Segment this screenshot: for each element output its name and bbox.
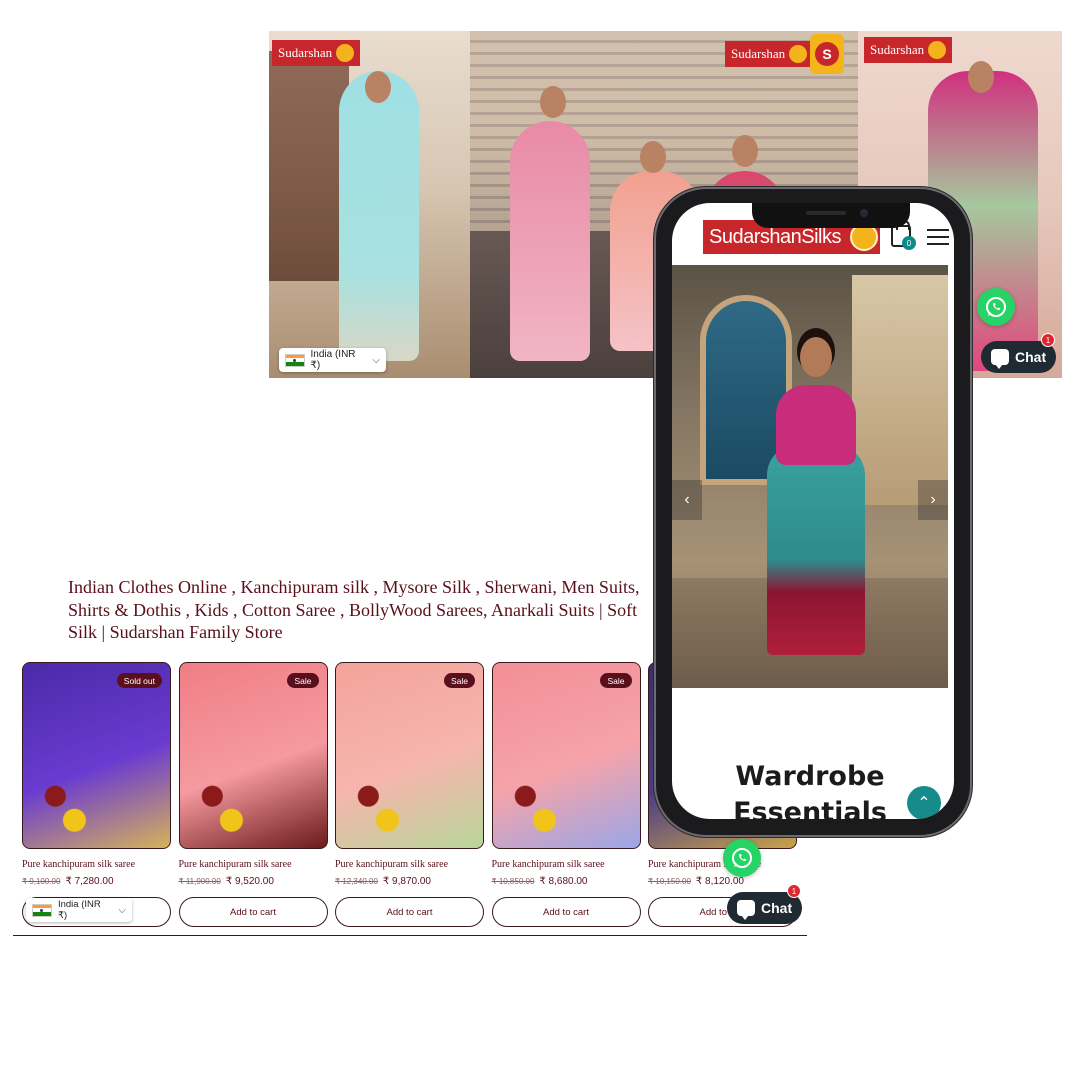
slide-next-button[interactable]: ›	[918, 480, 948, 520]
s-brand-badge: S	[810, 34, 844, 74]
mobile-screen: SudarshanSilks 0 ‹ › Wardrobe Essentials…	[672, 203, 954, 819]
whatsapp-button[interactable]	[723, 839, 761, 877]
india-flag-icon	[285, 353, 305, 367]
add-to-cart-button[interactable]: Add to cart	[335, 897, 484, 927]
brand-seal-icon	[789, 45, 808, 63]
brand-logo-text: Sudarshan	[870, 42, 925, 57]
brand-logo: Sudarshan	[272, 40, 361, 66]
currency-selector[interactable]: India (INR ₹) ⌵	[279, 348, 386, 372]
product-card[interactable]: Sold out Pure kanchipuram silk saree ₹ 9,1…	[22, 662, 171, 927]
original-price: ₹ 12,340.00	[335, 877, 378, 886]
currency-label: India (INR ₹)	[310, 349, 356, 371]
brand-logo-text: Sudarshan	[278, 45, 333, 60]
model-head	[732, 135, 758, 167]
product-card[interactable]: Sale Pure kanchipuram silk saree ₹ 11,900.…	[178, 662, 328, 927]
cart-count-badge: 0	[902, 236, 916, 250]
building-decor	[852, 275, 948, 505]
status-badge: Sale	[287, 673, 319, 688]
model-head	[800, 337, 832, 377]
product-name[interactable]: Pure kanchipuram silk saree	[179, 859, 328, 870]
scroll-to-top-button[interactable]: ⌃	[907, 786, 941, 819]
phone-mockup: SudarshanSilks 0 ‹ › Wardrobe Essentials…	[654, 187, 972, 837]
chat-label: Chat	[1015, 349, 1047, 365]
brand-logo-text: Sudarshan	[731, 46, 786, 61]
whatsapp-icon	[732, 848, 752, 868]
menu-icon[interactable]	[927, 229, 949, 245]
product-image[interactable]: Sale	[491, 662, 641, 849]
banner-background-decor	[269, 51, 349, 281]
model-head	[968, 61, 994, 93]
sale-price: ₹ 8,120.00	[695, 876, 744, 887]
divider	[13, 935, 807, 936]
status-badge: Sale	[600, 673, 632, 688]
s-brand-mark: S	[815, 42, 839, 66]
whatsapp-button[interactable]	[977, 288, 1015, 326]
brand-seal-icon	[928, 41, 947, 59]
product-prices: ₹ 10,150.00 ₹ 8,120.00	[648, 876, 797, 887]
chat-unread-badge: 1	[787, 884, 801, 898]
status-badge: Sold out	[116, 673, 162, 688]
add-to-cart-button[interactable]: Add to cart	[491, 897, 641, 927]
sale-price: ₹ 8,680.00	[539, 876, 588, 887]
phone-notch	[752, 203, 910, 228]
chat-bubble-icon	[991, 349, 1009, 369]
product-prices: ₹ 9,100.00 ₹ 7,280.00	[22, 876, 171, 887]
sale-price: ₹ 9,870.00	[382, 876, 431, 887]
add-to-cart-button[interactable]: Add to cart	[178, 897, 328, 927]
sale-price: ₹ 7,280.00	[65, 876, 114, 887]
original-price: ₹ 11,900.00	[178, 877, 221, 886]
product-prices: ₹ 10,850.00 ₹ 8,680.00	[492, 876, 641, 887]
brand-seal-icon	[336, 44, 355, 62]
chat-unread-count: 1	[791, 886, 797, 896]
original-price: ₹ 10,850.00	[491, 877, 535, 886]
model-head	[365, 71, 391, 103]
sale-price: ₹ 9,520.00	[225, 876, 274, 887]
product-image[interactable]: Sale	[178, 662, 328, 849]
product-card[interactable]: Sale Pure kanchipuram silk saree ₹ 12,340.…	[335, 662, 484, 927]
page-title: Indian Clothes Online , Kanchipuram silk…	[68, 577, 640, 642]
section-heading: Wardrobe Essentials	[733, 761, 887, 819]
chat-unread-badge: 1	[1041, 333, 1055, 347]
product-card[interactable]: Sale Pure kanchipuram silk saree ₹ 10,850.…	[491, 662, 641, 927]
product-name[interactable]: Pure kanchipuram silk saree	[492, 859, 641, 870]
model-head	[540, 86, 566, 118]
chevron-down-icon: ⌵	[372, 354, 380, 366]
product-prices: ₹ 11,900.00 ₹ 9,520.00	[179, 876, 328, 887]
model-head	[640, 141, 666, 173]
chat-bubble-icon	[737, 900, 755, 920]
mobile-logo-text: SudarshanSilks	[709, 225, 841, 248]
chat-unread-count: 1	[1045, 335, 1051, 345]
status-badge: Sale	[443, 673, 475, 688]
original-price: ₹ 10,150.00	[648, 877, 691, 886]
product-image[interactable]: Sale	[335, 662, 484, 849]
product-prices: ₹ 12,340.00 ₹ 9,870.00	[335, 876, 484, 887]
india-flag-icon	[32, 903, 52, 917]
model-figure	[339, 71, 419, 361]
mobile-hero-slide: ‹ ›	[672, 265, 948, 688]
model-saree	[767, 445, 865, 655]
currency-label: India (INR ₹)	[57, 899, 101, 921]
chat-label: Chat	[761, 900, 793, 916]
slide-prev-button[interactable]: ‹	[672, 480, 702, 520]
product-name[interactable]: Pure kanchipuram silk saree	[22, 859, 171, 870]
model-blouse	[776, 385, 856, 465]
hero-panel-1: Sudarshan	[269, 31, 470, 378]
brand-logo: Sudarshan	[725, 41, 814, 67]
product-name[interactable]: Pure kanchipuram silk saree	[335, 859, 484, 870]
whatsapp-icon	[986, 297, 1006, 317]
original-price: ₹ 9,100.00	[22, 877, 61, 886]
composite-screenshot: Sudarshan Sudarshan S Sudarshan India (I…	[0, 0, 1080, 1080]
model-figure	[510, 121, 590, 361]
product-image[interactable]: Sold out	[22, 662, 171, 849]
brand-logo: Sudarshan	[864, 37, 953, 63]
currency-selector[interactable]: India (INR ₹) ⌵	[26, 898, 132, 922]
chevron-down-icon: ⌵	[118, 904, 126, 916]
